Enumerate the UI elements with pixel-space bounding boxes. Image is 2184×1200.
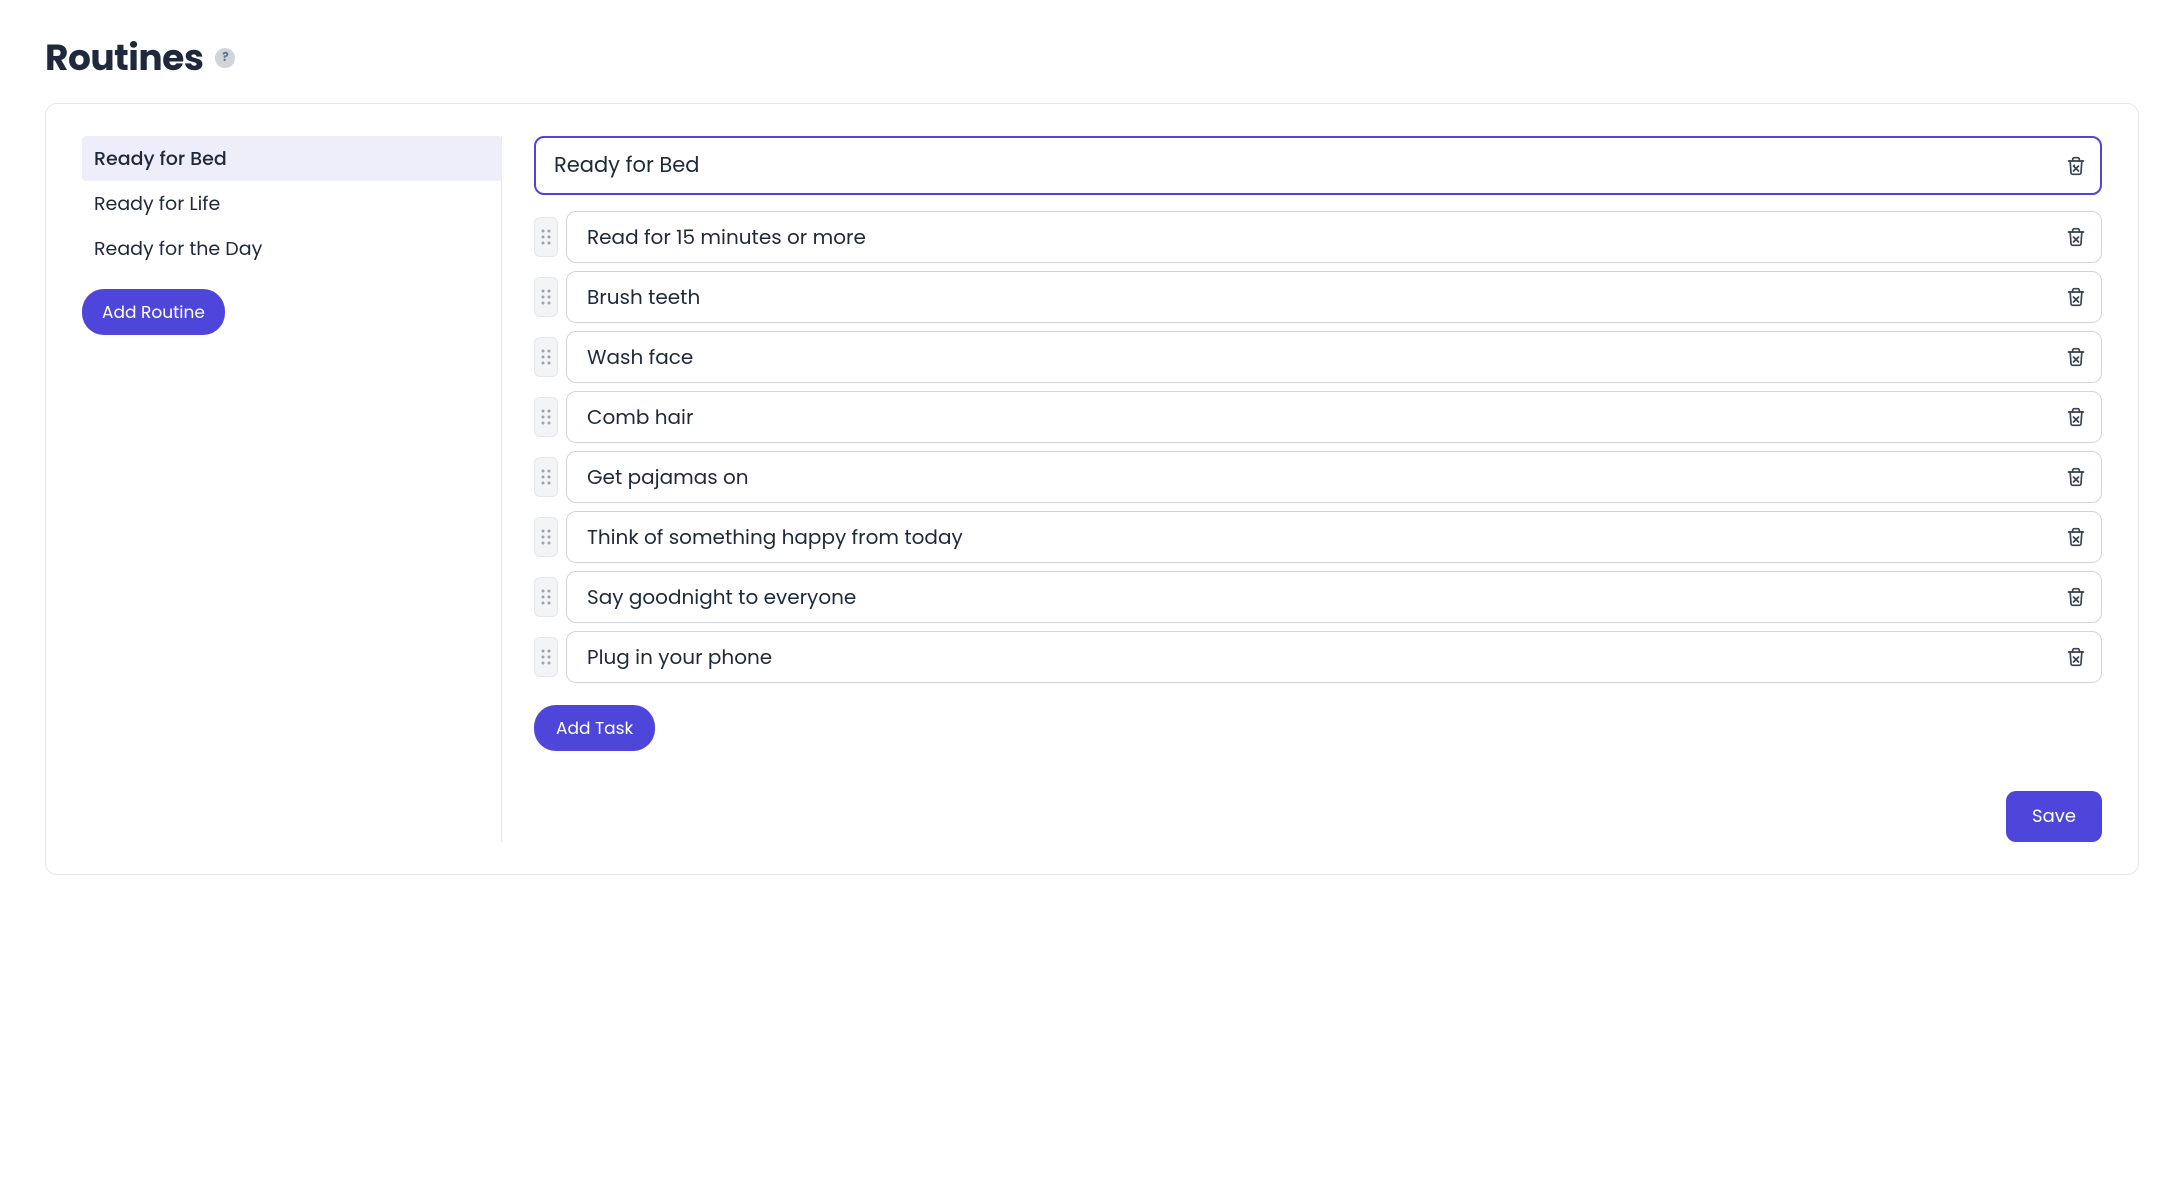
task-input[interactable]	[566, 331, 2102, 383]
task-input[interactable]	[566, 571, 2102, 623]
routines-panel: Ready for BedReady for LifeReady for the…	[45, 103, 2139, 875]
sidebar-routine-item[interactable]: Ready for Life	[82, 181, 502, 226]
drag-handle-icon[interactable]	[534, 217, 558, 257]
delete-task-icon[interactable]	[2066, 587, 2086, 607]
add-task-button[interactable]: Add Task	[534, 705, 655, 751]
task-input[interactable]	[566, 211, 2102, 263]
task-input[interactable]	[566, 271, 2102, 323]
delete-task-icon[interactable]	[2066, 287, 2086, 307]
drag-handle-icon[interactable]	[534, 517, 558, 557]
task-input[interactable]	[566, 391, 2102, 443]
save-button[interactable]: Save	[2006, 791, 2102, 842]
task-row	[534, 271, 2102, 323]
sidebar-routine-item[interactable]: Ready for the Day	[82, 226, 502, 271]
delete-task-icon[interactable]	[2066, 467, 2086, 487]
delete-task-icon[interactable]	[2066, 647, 2086, 667]
page-title: Routines	[45, 30, 203, 85]
routine-name-input[interactable]	[534, 136, 2102, 195]
task-row	[534, 451, 2102, 503]
task-input[interactable]	[566, 631, 2102, 683]
task-row	[534, 511, 2102, 563]
delete-task-icon[interactable]	[2066, 347, 2086, 367]
task-input[interactable]	[566, 451, 2102, 503]
sidebar-routine-item[interactable]: Ready for Bed	[82, 136, 502, 181]
task-row	[534, 391, 2102, 443]
delete-task-icon[interactable]	[2066, 527, 2086, 547]
task-input[interactable]	[566, 511, 2102, 563]
delete-task-icon[interactable]	[2066, 407, 2086, 427]
routines-sidebar: Ready for BedReady for LifeReady for the…	[82, 136, 502, 842]
delete-routine-icon[interactable]	[2066, 156, 2086, 176]
add-routine-button[interactable]: Add Routine	[82, 289, 225, 335]
drag-handle-icon[interactable]	[534, 457, 558, 497]
task-row	[534, 571, 2102, 623]
help-icon[interactable]: ?	[215, 48, 235, 68]
drag-handle-icon[interactable]	[534, 337, 558, 377]
task-row	[534, 331, 2102, 383]
drag-handle-icon[interactable]	[534, 397, 558, 437]
drag-handle-icon[interactable]	[534, 577, 558, 617]
routine-editor: Add Task Save	[502, 136, 2102, 842]
delete-task-icon[interactable]	[2066, 227, 2086, 247]
drag-handle-icon[interactable]	[534, 637, 558, 677]
drag-handle-icon[interactable]	[534, 277, 558, 317]
task-row	[534, 631, 2102, 683]
task-row	[534, 211, 2102, 263]
